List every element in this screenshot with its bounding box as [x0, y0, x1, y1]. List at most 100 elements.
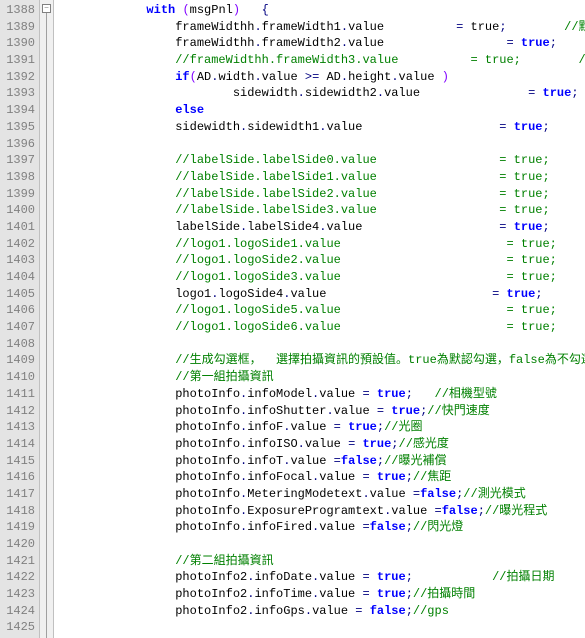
- code-line[interactable]: photoInfo.infoISO.value = true;//感光度: [60, 436, 585, 453]
- code-token: true: [463, 20, 499, 34]
- code-area[interactable]: with (msgPnl) { frameWidthh.frameWidth1.…: [54, 0, 585, 638]
- code-token: value: [391, 504, 434, 518]
- comment-text: //感光度: [399, 437, 449, 451]
- code-line[interactable]: photoInfo.infoT.value =false;//曝光補償: [60, 453, 585, 470]
- code-token: [506, 120, 513, 134]
- code-token: ): [442, 70, 449, 84]
- code-token: ;: [406, 570, 413, 584]
- comment-text: //曝光補償: [384, 454, 446, 468]
- code-token: frameWidth1: [262, 20, 341, 34]
- boolean-literal: true: [377, 570, 406, 584]
- code-line[interactable]: else: [60, 102, 585, 119]
- line-number: 1411: [2, 386, 35, 403]
- code-token: =: [334, 420, 341, 434]
- code-token: [449, 70, 585, 84]
- code-line[interactable]: photoInfo.infoFired.value =false;//閃光燈: [60, 519, 585, 536]
- code-token: value: [319, 520, 362, 534]
- code-line[interactable]: logo1.logoSide4.value = true; //Logo位置預設…: [60, 286, 585, 303]
- code-token: .: [298, 437, 305, 451]
- code-line[interactable]: photoInfo2.infoGps.value = false;//gps: [60, 603, 585, 620]
- code-line[interactable]: labelSide.labelSide4.value = true; //標簽位…: [60, 219, 585, 236]
- line-number: 1398: [2, 169, 35, 186]
- fold-toggle-icon[interactable]: −: [42, 4, 51, 13]
- code-line[interactable]: //labelSide.labelSide0.value = true; //標…: [60, 152, 585, 169]
- code-token: photoInfo: [175, 420, 240, 434]
- code-token: value: [384, 86, 528, 100]
- code-line[interactable]: if(AD.width.value >= AD.height.value ) /…: [60, 69, 585, 86]
- code-token: .: [254, 36, 261, 50]
- code-line[interactable]: //logo1.logoSide3.value = true; //Logo位置…: [60, 269, 585, 286]
- comment-text: //labelSide.labelSide1.value = true; //標…: [175, 170, 585, 184]
- code-token: =: [377, 404, 384, 418]
- code-line[interactable]: sidewidth.sidewidth2.value = true; //默認無…: [60, 85, 585, 102]
- line-number: 1420: [2, 536, 35, 553]
- line-number: 1416: [2, 469, 35, 486]
- code-line[interactable]: [60, 536, 585, 553]
- code-token: ;: [391, 437, 398, 451]
- code-line[interactable]: [60, 136, 585, 153]
- code-token: ;: [571, 86, 578, 100]
- line-number: 1422: [2, 569, 35, 586]
- code-token: MeteringModetext: [247, 487, 362, 501]
- code-token: [362, 604, 369, 618]
- code-line[interactable]: frameWidthh.frameWidth1.value = true; //…: [60, 19, 585, 36]
- code-token: .: [341, 36, 348, 50]
- comment-text: //光圈: [384, 420, 422, 434]
- code-token: >=: [305, 70, 319, 84]
- code-line[interactable]: [60, 336, 585, 353]
- code-line[interactable]: photoInfo2.infoTime.value = true;//拍攝時間: [60, 586, 585, 603]
- code-line[interactable]: //labelSide.labelSide3.value = true; //標…: [60, 202, 585, 219]
- code-token: infoT: [247, 454, 283, 468]
- code-token: [557, 36, 585, 50]
- code-token: labelSide4: [247, 220, 319, 234]
- code-token: infoFired: [247, 520, 312, 534]
- code-token: photoInfo2: [175, 587, 247, 601]
- code-token: value: [348, 36, 506, 50]
- code-line[interactable]: //第一組拍攝資訊: [60, 369, 585, 386]
- fold-guide-line: [46, 13, 47, 638]
- code-token: frameWidthh: [175, 20, 254, 34]
- code-line[interactable]: //frameWidthh.frameWidth3.value = true; …: [60, 52, 585, 69]
- code-line[interactable]: //labelSide.labelSide2.value = true; //標…: [60, 186, 585, 203]
- code-token: value: [326, 220, 499, 234]
- code-line[interactable]: photoInfo.ExposureProgramtext.value =fal…: [60, 503, 585, 520]
- code-line[interactable]: photoInfo2.infoDate.value = true; //拍攝日期: [60, 569, 585, 586]
- code-line[interactable]: sidewidth.sidewidth1.value = true; //默認有…: [60, 119, 585, 136]
- code-token: .: [305, 604, 312, 618]
- line-number: 1417: [2, 486, 35, 503]
- code-line[interactable]: frameWidthh.frameWidth2.value = true; //…: [60, 35, 585, 52]
- boolean-literal: true: [377, 387, 406, 401]
- code-token: [550, 220, 585, 234]
- code-line[interactable]: //logo1.logoSide5.value = true; //Logo位置…: [60, 302, 585, 319]
- code-line[interactable]: //logo1.logoSide6.value = true; //Logo位置…: [60, 319, 585, 336]
- code-line[interactable]: [60, 619, 585, 636]
- comment-text: //默認邊框寬度為寬邊: [564, 20, 585, 34]
- code-token: [579, 86, 585, 100]
- code-line[interactable]: //生成勾選框， 選擇拍攝資訊的預設值。true為默認勾選，false為不勾選: [60, 352, 585, 369]
- code-line[interactable]: //第二組拍攝資訊: [60, 553, 585, 570]
- line-number: 1421: [2, 553, 35, 570]
- code-token: {: [262, 3, 269, 17]
- line-number: 1394: [2, 102, 35, 119]
- code-token: photoInfo: [175, 470, 240, 484]
- line-number: 1390: [2, 35, 35, 52]
- line-number: 1402: [2, 236, 35, 253]
- line-number: 1395: [2, 119, 35, 136]
- comment-text: //焦距: [413, 470, 451, 484]
- code-line[interactable]: photoInfo.infoF.value = true;//光圈: [60, 419, 585, 436]
- code-line[interactable]: with (msgPnl) {: [60, 2, 585, 19]
- code-token: ;: [499, 20, 506, 34]
- code-line[interactable]: photoInfo.infoModel.value = true; //相機型號: [60, 386, 585, 403]
- code-token: ;: [406, 604, 413, 618]
- code-line[interactable]: //labelSide.labelSide1.value = true; //標…: [60, 169, 585, 186]
- code-line[interactable]: photoInfo.infoFocal.value = true;//焦距: [60, 469, 585, 486]
- code-line[interactable]: photoInfo.MeteringModetext.value =false;…: [60, 486, 585, 503]
- code-line[interactable]: //logo1.logoSide2.value = true; //Logo位置…: [60, 252, 585, 269]
- code-line[interactable]: photoInfo.infoShutter.value = true;//快門速…: [60, 403, 585, 420]
- line-number: 1396: [2, 136, 35, 153]
- code-line[interactable]: //logo1.logoSide1.value = true; //Logo位置…: [60, 236, 585, 253]
- code-token: [240, 3, 262, 17]
- code-token: infoISO: [247, 437, 297, 451]
- line-number: 1425: [2, 619, 35, 636]
- line-number: 1413: [2, 419, 35, 436]
